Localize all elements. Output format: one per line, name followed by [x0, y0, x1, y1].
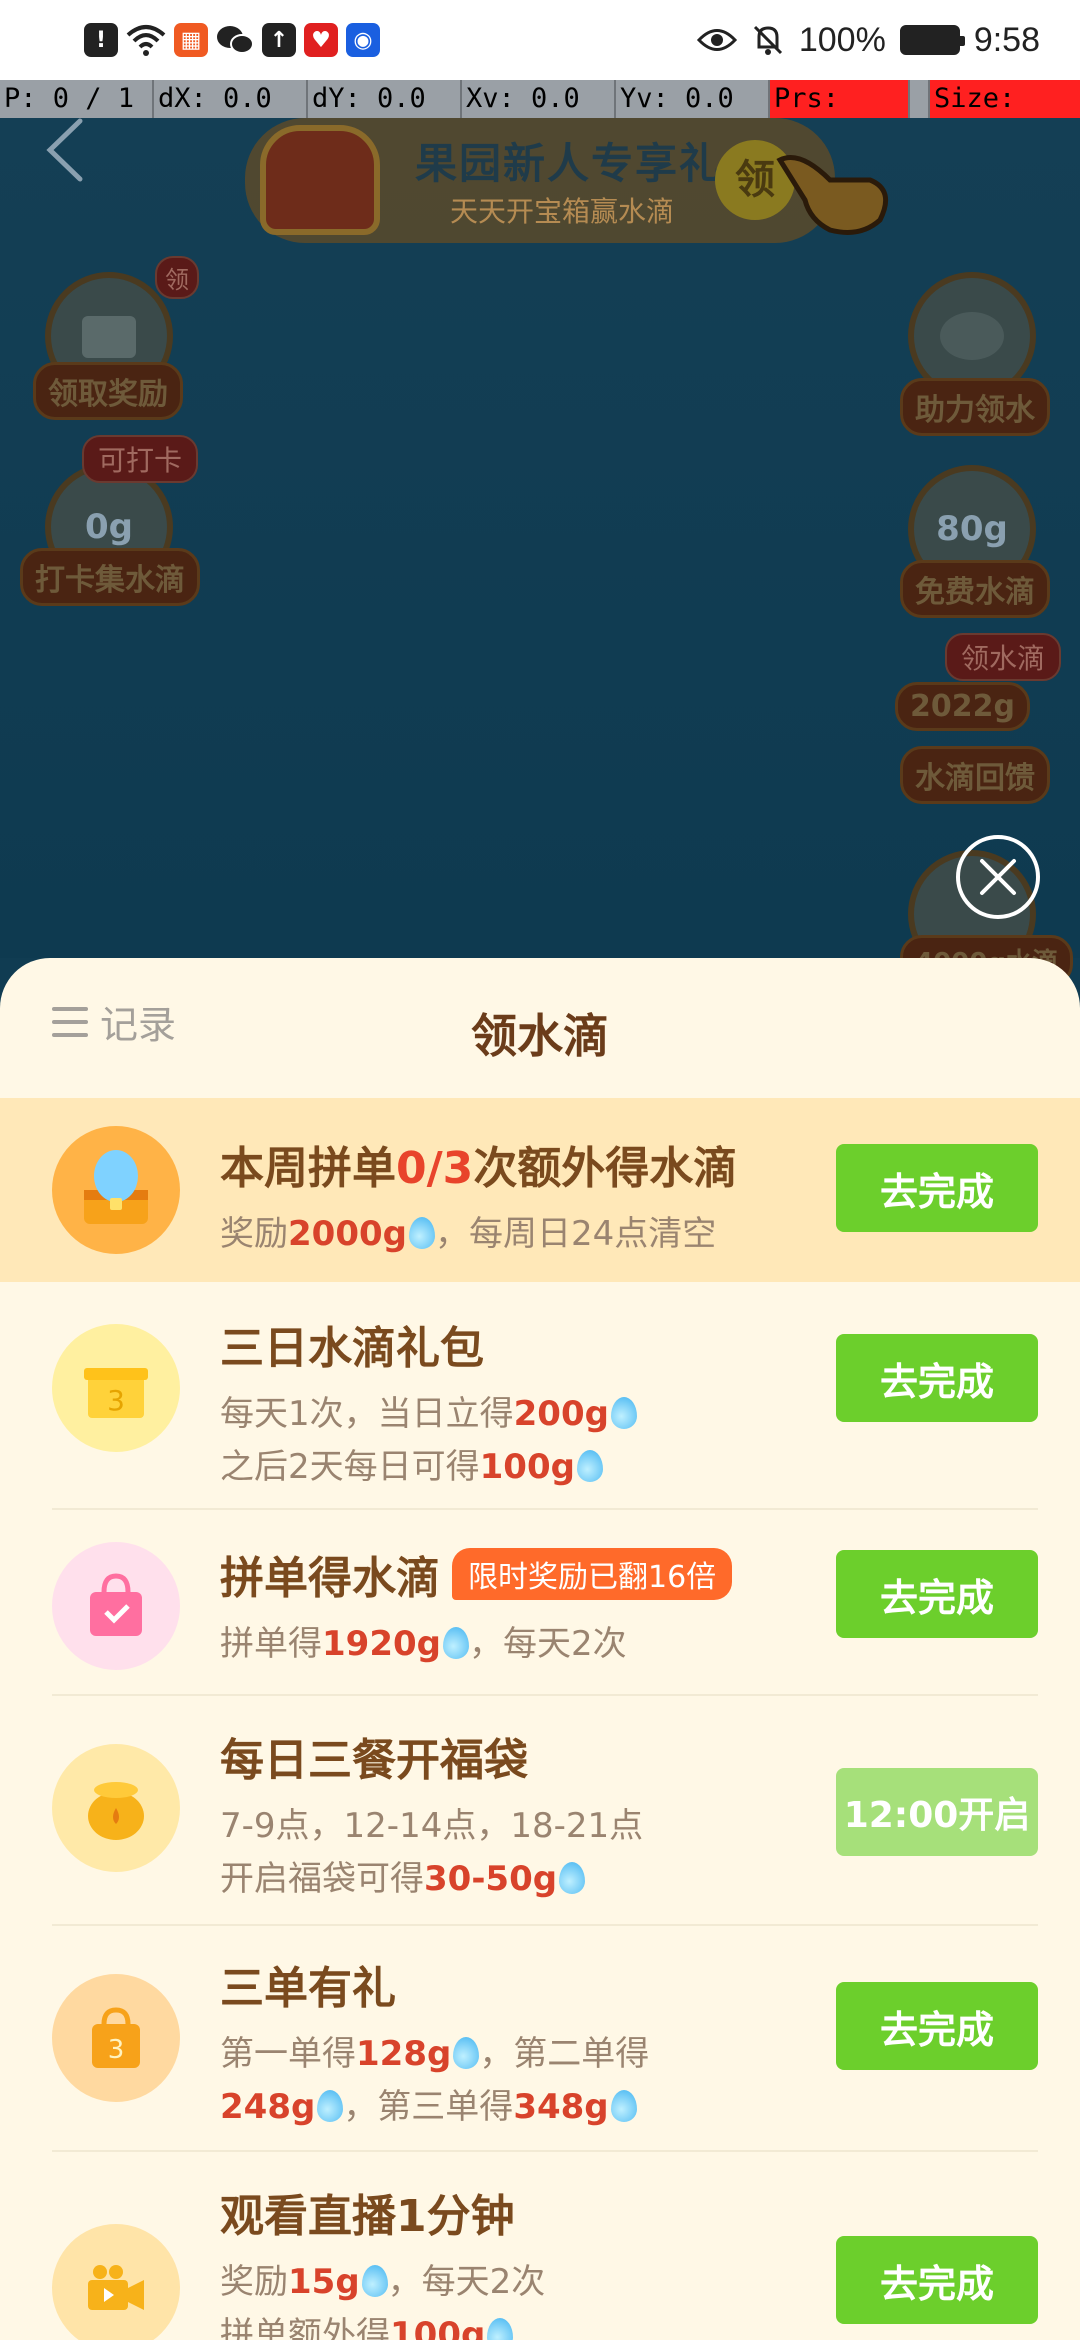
- task-meal-lucky-bag: 每日三餐开福袋 7-9点，12-14点，18-21点 开启福袋可得30-50g …: [0, 1696, 1080, 1926]
- free-water-label[interactable]: 免费水滴: [900, 560, 1050, 618]
- water-drop-icon: [610, 1397, 637, 1429]
- opens-at-button[interactable]: 12:00开启: [836, 1768, 1038, 1856]
- task-weekly-bonus: 本周拼单0/3次额外得水滴 奖励2000g ，每周日24点清空 去完成: [0, 1098, 1080, 1282]
- water-drop-icon: [317, 2090, 344, 2122]
- water-drop-icon: [559, 1862, 586, 1894]
- go-complete-button[interactable]: 去完成: [836, 2236, 1038, 2324]
- water-drop-icon: [442, 1627, 469, 1659]
- notification-icons: ! ▦ ↑ ♥ ◉: [84, 23, 380, 57]
- battery-icon: [899, 25, 965, 55]
- task-desc-2: 拼单额外得100g: [220, 2307, 836, 2340]
- status-bar: ! ▦ ↑ ♥ ◉ 100% 9:58: [0, 0, 1080, 80]
- video-camera-icon: [52, 2224, 180, 2340]
- task-three-orders: 3 三单有礼 第一单得128g ，第二单得 248g ，第三单得348g 去完成: [0, 1926, 1080, 2152]
- water-feedback-label[interactable]: 水滴回馈: [900, 746, 1050, 804]
- lottery-icon: ♥: [304, 23, 338, 57]
- back-icon[interactable]: [40, 115, 90, 185]
- close-popup-button[interactable]: [956, 835, 1040, 919]
- debug-pressure: Prs: 0.88: [770, 80, 910, 152]
- wechat-icon: [217, 26, 254, 54]
- upload-icon: ↑: [262, 23, 296, 57]
- water-tank-icon: [940, 312, 1004, 360]
- water-drop-icon: [610, 2090, 637, 2122]
- task-desc-2: 开启福袋可得30-50g: [220, 1851, 836, 1900]
- treasure-chest-icon: [260, 125, 380, 235]
- task-desc-1: 每天1次，当日立得200g: [220, 1386, 836, 1435]
- task-title: 拼单得水滴 限时奖励已翻16倍: [220, 1542, 836, 1606]
- task-watch-live: 观看直播1分钟 奖励15g ，每天2次 拼单额外得100g 去完成: [0, 2152, 1080, 2340]
- claim-reward-label[interactable]: 领取奖励: [33, 362, 183, 420]
- water-drop-icon: [408, 1217, 435, 1249]
- task-title: 每日三餐开福袋: [220, 1735, 528, 1786]
- water-drop-icon: [487, 2318, 514, 2340]
- task-desc: 拼单得1920g ，每天2次: [220, 1624, 627, 1664]
- gift-envelope-icon: [82, 316, 136, 358]
- debug-size: Size: 189.0: [930, 80, 1080, 152]
- debug-pointer: P: 0 / 1: [0, 80, 154, 118]
- shopping-bag-icon: 3: [52, 1974, 180, 2102]
- task-desc-1: 7-9点，12-14点，18-21点: [220, 1806, 644, 1846]
- task-desc-1: 第一单得128g ，第二单得: [220, 2034, 650, 2074]
- debug-xv: Xv: 0.0: [462, 80, 616, 118]
- checkin-tag: 可打卡: [82, 435, 199, 483]
- claim-reward-tag: 领: [155, 256, 199, 299]
- go-complete-button[interactable]: 去完成: [836, 1550, 1038, 1638]
- go-complete-button[interactable]: 去完成: [836, 1334, 1038, 1422]
- bonus-badge: 限时奖励已翻16倍: [452, 1548, 733, 1600]
- svg-text:3: 3: [107, 1384, 125, 1417]
- water-drop-sheet: 记录 领水滴 本周拼单0/3次额外得水滴 奖励2000g ，每周日24点清空 去完…: [0, 958, 1080, 2340]
- bulb-icon: ◉: [346, 23, 380, 57]
- gift-box-icon: 3: [52, 1324, 180, 1452]
- wifi-icon: [126, 25, 166, 56]
- checkin-value: 0g: [85, 507, 133, 547]
- free-water-value: 80g: [936, 509, 1008, 549]
- app-icon: ▦: [174, 23, 208, 57]
- svg-text:3: 3: [108, 2035, 125, 2065]
- sheet-title: 领水滴: [471, 1009, 609, 1063]
- task-desc: 奖励2000g ，每周日24点清空: [220, 1214, 717, 1254]
- task-three-day-pack: 3 三日水滴礼包 每天1次，当日立得200g 之后2天每日可得100g 去完成: [0, 1282, 1080, 1510]
- assist-water-label[interactable]: 助力领水: [900, 378, 1050, 436]
- banner-subtitle: 天天开宝箱赢水滴: [450, 195, 675, 228]
- eye-icon: [696, 29, 737, 51]
- pointer-debug-bar: P: 0 / 1 dX: 0.0 dY: 0.0 Xv: 0.0 Yv: 0.0…: [0, 80, 1080, 152]
- battery-percent: 100%: [798, 20, 886, 59]
- task-group-order: 拼单得水滴 限时奖励已翻16倍 拼单得1920g ，每天2次 去完成: [0, 1510, 1080, 1696]
- shopping-bag-icon: [52, 1542, 180, 1670]
- debug-dx: dX: 0.0: [154, 80, 308, 118]
- water-drop-icon: [453, 2037, 480, 2069]
- mute-icon: [753, 25, 782, 55]
- lucky-bag-icon: [52, 1744, 180, 1872]
- water-drop-icon: [576, 1450, 603, 1482]
- water-feedback-tag: 领水滴: [945, 633, 1062, 681]
- checkin-label[interactable]: 打卡集水滴: [20, 548, 200, 606]
- treasure-chest-icon: [52, 1126, 180, 1254]
- water-feedback-value[interactable]: 2022g: [895, 682, 1030, 731]
- alert-icon: !: [84, 23, 118, 57]
- sheet-header: 记录 领水滴: [0, 958, 1080, 1098]
- go-complete-button[interactable]: 去完成: [836, 1144, 1038, 1232]
- task-desc-2: 之后2天每日可得100g: [220, 1439, 836, 1488]
- water-drop-icon: [361, 2265, 388, 2297]
- banner-title: 果园新人专享礼: [415, 139, 724, 188]
- clock: 9:58: [973, 20, 1040, 59]
- debug-yv: Yv: 0.0: [616, 80, 770, 118]
- close-icon: [980, 859, 1016, 895]
- task-title: 三日水滴礼包: [220, 1323, 484, 1374]
- go-complete-button[interactable]: 去完成: [836, 1982, 1038, 2070]
- pointing-hand-icon: [776, 155, 889, 235]
- debug-dy: dY: 0.0: [308, 80, 462, 118]
- task-title: 三单有礼: [220, 1963, 396, 2014]
- task-desc-1: 奖励15g ，每天2次: [220, 2262, 546, 2302]
- water-feedback-amount: 2022g: [910, 689, 1015, 724]
- task-desc-2: 248g ，第三单得348g: [220, 2079, 836, 2128]
- task-title: 本周拼单0/3次额外得水滴: [220, 1143, 738, 1194]
- task-title: 观看直播1分钟: [220, 2191, 515, 2242]
